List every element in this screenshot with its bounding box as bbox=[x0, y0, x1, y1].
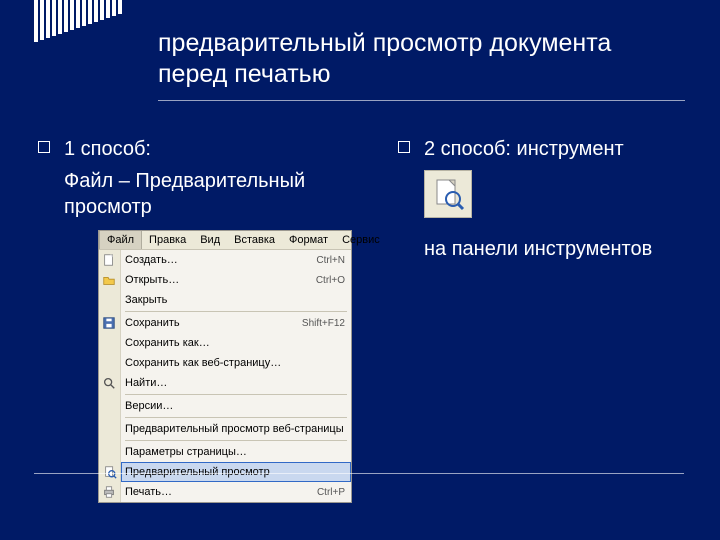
blank-icon bbox=[101, 335, 117, 351]
bullet-box-icon bbox=[38, 141, 50, 153]
menu-item[interactable]: Предварительный просмотр bbox=[121, 462, 351, 482]
menu-item-shortcut: Ctrl+O bbox=[316, 275, 345, 286]
left-bullet-text: 1 способ: bbox=[64, 136, 151, 162]
print-preview-toolbar-icon[interactable] bbox=[424, 170, 472, 218]
left-bullet-row: 1 способ: bbox=[38, 136, 368, 162]
menu-item[interactable]: СохранитьShift+F12 bbox=[121, 313, 351, 333]
menu-separator bbox=[125, 440, 347, 441]
menu-separator bbox=[125, 311, 347, 312]
right-column: 2 способ: инструмент на панели инструмен… bbox=[398, 136, 678, 503]
slide-title: предварительный просмотр документа перед… bbox=[158, 28, 668, 91]
menu-separator bbox=[125, 394, 347, 395]
corner-bars bbox=[34, 0, 122, 42]
left-line2: Файл – Предварительный просмотр bbox=[64, 168, 368, 220]
file-menu-screenshot: Файл Правка Вид Вставка Формат Сервис Со… bbox=[98, 230, 352, 503]
menu-item-shortcut: Ctrl+P bbox=[317, 487, 345, 498]
menu-body: Создать…Ctrl+NОткрыть…Ctrl+OЗакрытьСохра… bbox=[99, 250, 351, 502]
right-line2: на панели инструментов bbox=[424, 236, 678, 262]
right-bullet-text: 2 способ: инструмент bbox=[424, 136, 624, 162]
find-icon bbox=[101, 375, 117, 391]
title-underline bbox=[158, 100, 685, 101]
menu-item-label: Версии… bbox=[125, 400, 345, 412]
right-bullet-row: 2 способ: инструмент bbox=[398, 136, 678, 162]
menubar-item-file[interactable]: Файл bbox=[99, 231, 142, 249]
blank-icon bbox=[101, 421, 117, 437]
bullet-box-icon bbox=[398, 141, 410, 153]
menu-item[interactable]: Найти… bbox=[121, 373, 351, 393]
open-icon bbox=[101, 272, 117, 288]
menu-item-label: Печать… bbox=[125, 486, 317, 498]
menu-item-shortcut: Ctrl+N bbox=[316, 255, 345, 266]
menu-item[interactable]: Сохранить как веб-страницу… bbox=[121, 353, 351, 373]
menu-item-label: Предварительный просмотр веб-страницы bbox=[125, 423, 345, 435]
menu-item-label: Создать… bbox=[125, 254, 316, 266]
menubar-item-tools[interactable]: Сервис bbox=[335, 231, 387, 249]
menu-item[interactable]: Открыть…Ctrl+O bbox=[121, 270, 351, 290]
menu-item-label: Параметры страницы… bbox=[125, 446, 345, 458]
menu-item[interactable]: Версии… bbox=[121, 396, 351, 416]
menu-item[interactable]: Параметры страницы… bbox=[121, 442, 351, 462]
preview-icon bbox=[102, 464, 118, 480]
menu-item-label: Сохранить как веб-страницу… bbox=[125, 357, 345, 369]
menu-item[interactable]: Создать…Ctrl+N bbox=[121, 250, 351, 270]
blank-icon bbox=[101, 398, 117, 414]
print-icon bbox=[101, 484, 117, 500]
menu-item[interactable]: Печать…Ctrl+P bbox=[121, 482, 351, 502]
menu-item[interactable]: Закрыть bbox=[121, 290, 351, 310]
menu-separator bbox=[125, 417, 347, 418]
menubar-item-view[interactable]: Вид bbox=[193, 231, 227, 249]
menubar-item-format[interactable]: Формат bbox=[282, 231, 335, 249]
menubar: Файл Правка Вид Вставка Формат Сервис bbox=[99, 231, 351, 250]
menu-item-label: Предварительный просмотр bbox=[125, 466, 345, 478]
new-icon bbox=[101, 252, 117, 268]
left-column: 1 способ: Файл – Предварительный просмот… bbox=[38, 136, 368, 503]
menu-item-label: Сохранить bbox=[125, 317, 302, 329]
blank-icon bbox=[101, 292, 117, 308]
menu-item[interactable]: Сохранить как… bbox=[121, 333, 351, 353]
content-columns: 1 способ: Файл – Предварительный просмот… bbox=[38, 136, 678, 503]
menu-item-shortcut: Shift+F12 bbox=[302, 318, 345, 329]
menu-item-label: Открыть… bbox=[125, 274, 316, 286]
menubar-item-insert[interactable]: Вставка bbox=[227, 231, 282, 249]
menu-item-label: Сохранить как… bbox=[125, 337, 345, 349]
menu-items: Создать…Ctrl+NОткрыть…Ctrl+OЗакрытьСохра… bbox=[121, 250, 351, 502]
menu-item-label: Закрыть bbox=[125, 294, 345, 306]
preview-icon bbox=[431, 177, 465, 211]
blank-icon bbox=[101, 355, 117, 371]
menu-item-label: Найти… bbox=[125, 377, 345, 389]
slide-title-block: предварительный просмотр документа перед… bbox=[158, 28, 668, 91]
menubar-item-edit[interactable]: Правка bbox=[142, 231, 193, 249]
footer-rule bbox=[34, 473, 684, 474]
blank-icon bbox=[101, 444, 117, 460]
menu-item[interactable]: Предварительный просмотр веб-страницы bbox=[121, 419, 351, 439]
save-icon bbox=[101, 315, 117, 331]
